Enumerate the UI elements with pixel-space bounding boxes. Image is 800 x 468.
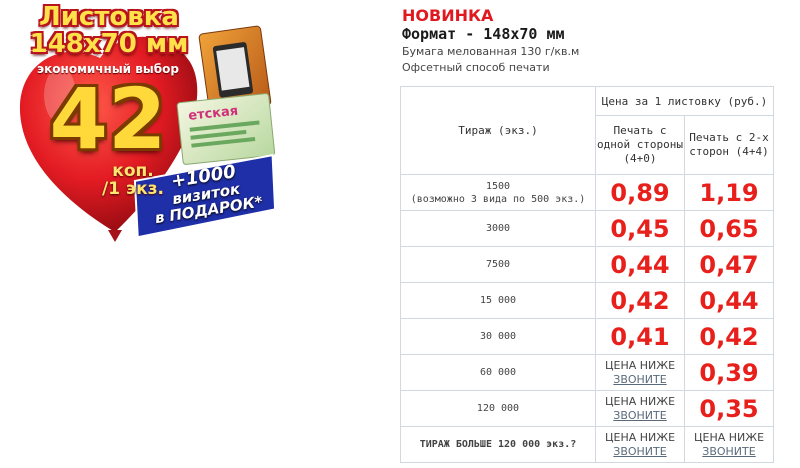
promo-title: Листовка 148x70 мм [14, 4, 204, 58]
tirazh-cell: 120 000 [400, 390, 596, 427]
table-row: 60 000 ЦЕНА НИЖЕ ЗВОНИТЕ 0,39 [400, 354, 774, 391]
price-one-side: 0,44 [595, 246, 685, 283]
price-two-side: 0,42 [684, 318, 774, 355]
price-two-side: 0,44 [684, 282, 774, 319]
tirazh-cell: 30 000 [400, 318, 596, 355]
price-per-flyer-header: Цена за 1 листовку (руб.) [595, 86, 774, 116]
tirazh-header: Тираж (экз.) [400, 86, 596, 175]
promo-title-line1: Листовка [39, 2, 179, 32]
table-header-row: Тираж (экз.) Цена за 1 листовку (руб.) [400, 86, 774, 175]
paper-info: Бумага мелованная 130 г/кв.м [402, 45, 580, 58]
one-side-header: Печать с одной стороны (4+0) [595, 115, 685, 175]
price-two-side: 1,19 [684, 174, 774, 211]
table-row: 120 000 ЦЕНА НИЖЕ ЗВОНИТЕ 0,35 [400, 390, 774, 427]
price-one-side: 0,89 [595, 174, 685, 211]
two-side-header: Печать с 2-х сторон (4+4) [684, 115, 774, 175]
price-two-side: 0,35 [684, 390, 774, 427]
table-row: 1500 (возможно 3 вида по 500 экз.) 0,89 … [400, 174, 774, 211]
call-cell-two-side: ЦЕНА НИЖЕ ЗВОНИТЕ [684, 426, 774, 463]
call-link[interactable]: ЗВОНИТЕ [596, 409, 684, 423]
call-cell-one-side: ЦЕНА НИЖЕ ЗВОНИТЕ [595, 354, 685, 391]
tirazh-value: 1500 [485, 180, 511, 192]
tirazh-cell: 15 000 [400, 282, 596, 319]
table-row: ТИРАЖ БОЛЬШЕ 120 000 экз.? ЦЕНА НИЖЕ ЗВО… [400, 426, 774, 463]
promo-price: 42 [49, 70, 167, 168]
format-title: Формат - 148х70 мм [402, 25, 565, 43]
promo-title-line2: 148x70 мм [29, 29, 189, 59]
price-two-side: 0,47 [684, 246, 774, 283]
lower-price-text: ЦЕНА НИЖЕ [604, 358, 676, 372]
price-one-side: 0,42 [595, 282, 685, 319]
promo-banner: етская Листовка 148x70 мм экономичный вы… [0, 0, 300, 250]
table-row: 3000 0,45 0,65 [400, 210, 774, 247]
tirazh-cell: 1500 (возможно 3 вида по 500 экз.) [400, 174, 596, 211]
table-row: 15 000 0,42 0,44 [400, 282, 774, 319]
price-two-side: 0,65 [684, 210, 774, 247]
call-link[interactable]: ЗВОНИТЕ [596, 373, 684, 387]
tirazh-cell: 7500 [400, 246, 596, 283]
call-cell-one-side: ЦЕНА НИЖЕ ЗВОНИТЕ [595, 426, 685, 463]
new-label: НОВИНКА [402, 6, 494, 25]
price-table: Тираж (экз.) Цена за 1 листовку (руб.) П… [400, 86, 774, 463]
call-link[interactable]: ЗВОНИТЕ [596, 445, 684, 459]
call-link[interactable]: ЗВОНИТЕ [685, 445, 773, 459]
print-method-info: Офсетный способ печати [402, 61, 550, 74]
lower-price-text: ЦЕНА НИЖЕ [604, 394, 676, 408]
tirazh-cell: 60 000 [400, 354, 596, 391]
lower-price-text: ЦЕНА НИЖЕ [693, 430, 765, 444]
price-two-side: 0,39 [684, 354, 774, 391]
tirazh-cell: ТИРАЖ БОЛЬШЕ 120 000 экз.? [400, 426, 596, 463]
table-row: 7500 0,44 0,47 [400, 246, 774, 283]
price-one-side: 0,41 [595, 318, 685, 355]
price-one-side: 0,45 [595, 210, 685, 247]
tirazh-cell: 3000 [400, 210, 596, 247]
call-cell-one-side: ЦЕНА НИЖЕ ЗВОНИТЕ [595, 390, 685, 427]
tirazh-note: (возможно 3 вида по 500 экз.) [410, 193, 586, 205]
lower-price-text: ЦЕНА НИЖЕ [604, 430, 676, 444]
table-row: 30 000 0,41 0,42 [400, 318, 774, 355]
